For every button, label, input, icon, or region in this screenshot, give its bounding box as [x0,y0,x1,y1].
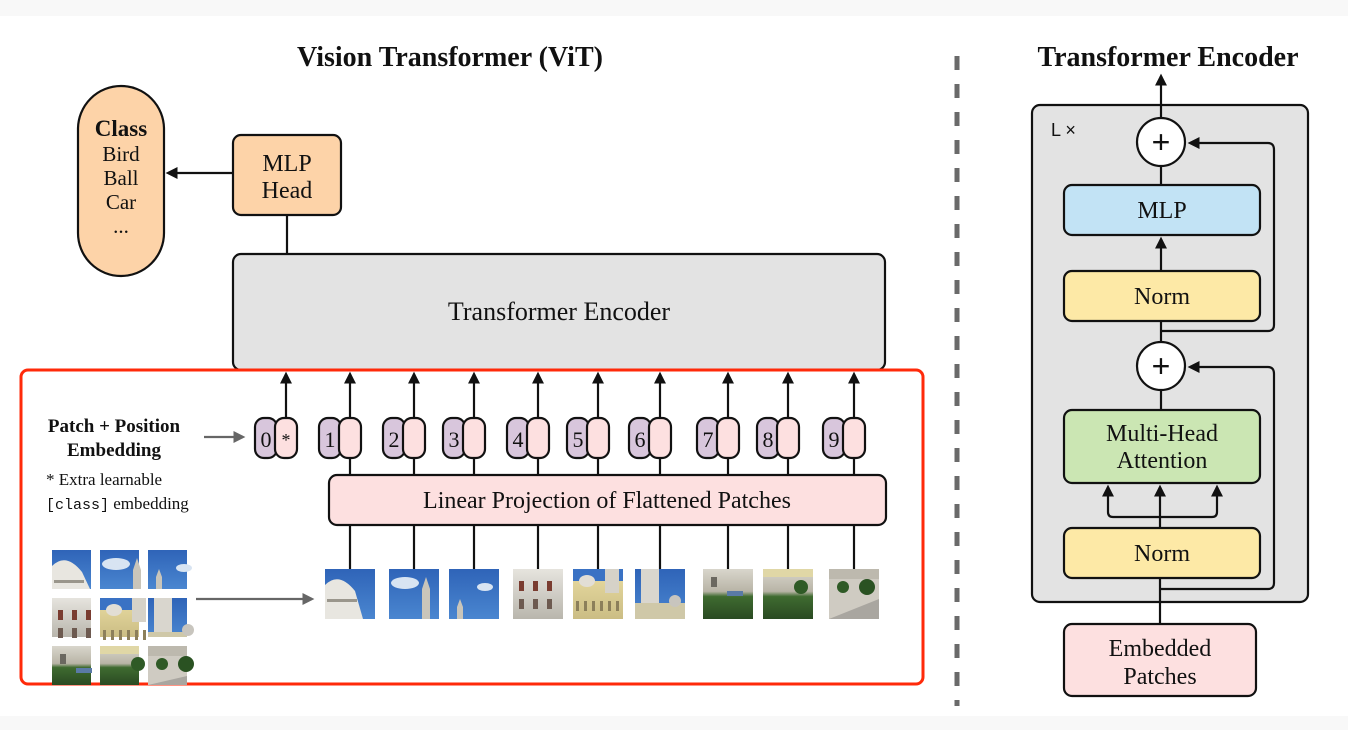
encoder-detail-title: Transformer Encoder [1037,42,1298,73]
norm-lower-label: Norm [1134,541,1190,567]
patch-embedding-pill [461,416,487,460]
vit-architecture-diagram: Vision Transformer (ViT) Class Bird Ball… [0,16,1348,716]
multi-head-attention-block: Multi-Head Attention [1062,408,1262,485]
embedded-patches-input: Embedded Patches [1062,622,1258,698]
grid-patch-plaza-trees [148,646,194,685]
embedding-token: 4 [505,371,551,475]
position-index: 3 [449,427,460,452]
class-token-marker: * [282,430,291,450]
embedding-token: 3 [441,371,487,475]
embedding-token: 2 [381,371,427,475]
position-index: 4 [513,427,524,452]
patch-embedding-pill [841,416,867,460]
mlp-block-label: MLP [1137,198,1186,224]
patch-embedding-pill [401,416,427,460]
grid-patch-yellow-palace [100,598,146,640]
mlp-block: MLP [1062,183,1262,237]
patch-image-sky-spire [449,525,499,619]
flattened-patch-row [325,525,879,619]
embedding-token: 0 * [253,371,299,460]
footnote-line2-rest: embedding [109,494,189,513]
footnote-line2: [class] embedding [46,494,189,514]
class-heading: Class [95,116,147,141]
patch-embedding-pill [337,416,363,460]
position-index: 2 [389,427,400,452]
plus-icon: + [1152,348,1171,384]
grid-patch-tower-facade [148,598,194,637]
embedding-token: 8 [755,371,801,475]
image-patch-grid [52,550,194,685]
attention-line1: Multi-Head [1106,421,1218,447]
class-item: ... [113,214,129,238]
linear-projection-box: Linear Projection of Flattened Patches [327,473,888,527]
patch-image-dome-sky [325,525,375,619]
footnote-line1: * Extra learnable [46,470,162,489]
position-index: 8 [763,427,774,452]
patch-image-sky-tower [389,525,439,619]
embedding-token: 9 [821,371,867,475]
norm-block-upper: Norm [1062,269,1262,323]
embedding-token: 7 [695,371,741,475]
plus-icon: + [1152,124,1171,160]
norm-block-lower: Norm [1062,526,1262,580]
mlp-head-line1: MLP [262,151,311,177]
class-item: Bird [102,142,140,166]
repeat-label: L × [1051,120,1076,140]
patch-image-tower-facade [635,525,685,619]
position-index: 7 [703,427,714,452]
embedding-token: 1 [317,371,363,475]
class-output-box: Class Bird Ball Car ... [76,84,166,278]
grid-patch-sky-spire [148,550,192,589]
embedded-patches-line1: Embedded [1109,636,1212,662]
embedded-patches-line2: Patches [1123,664,1196,690]
patch-image-hedge-garden [763,525,813,619]
diagram-svg: Vision Transformer (ViT) Class Bird Ball… [19,42,1310,706]
patch-embedding-pill [525,416,551,460]
patch-embedding-pill [775,416,801,460]
patch-image-yellow-palace [573,525,623,619]
transformer-encoder-label: Transformer Encoder [448,297,670,326]
class-token-code: [class] [46,497,109,514]
grid-patch-white-facade [52,598,91,638]
embedding-token: 5 [565,371,611,475]
position-index: 9 [829,427,840,452]
patch-embedding-pill [715,416,741,460]
class-item: Car [106,190,136,214]
grid-patch-street-cars [52,646,92,685]
position-index: 0 [261,427,272,452]
patch-image-street-cars [703,525,753,619]
residual-add-middle: + [1135,340,1187,392]
mlp-head-box: MLP Head [231,133,343,217]
embedding-label-line2: Embedding [67,440,161,461]
residual-add-top: + [1135,116,1187,168]
position-index: 5 [573,427,584,452]
grid-patch-dome-sky [52,550,91,589]
vit-title: Vision Transformer (ViT) [297,42,603,73]
token-sequence: 0 * 1 2 3 4 5 6 7 8 9 [253,371,867,475]
norm-upper-label: Norm [1134,284,1190,310]
patch-embedding-pill [585,416,611,460]
transformer-encoder-box: Transformer Encoder [231,252,887,372]
grid-patch-hedge-garden [100,646,145,685]
embedding-label-line1: Patch + Position [48,416,181,437]
class-item: Ball [104,166,139,190]
linear-projection-label: Linear Projection of Flattened Patches [423,488,791,514]
position-index: 1 [325,427,336,452]
embedding-token: 6 [627,371,673,475]
patch-image-plaza-trees [829,525,879,619]
position-index: 6 [635,427,646,452]
patch-image-white-facade [513,525,563,619]
grid-patch-sky-tower [100,550,141,589]
mlp-head-line2: Head [262,178,313,204]
attention-line2: Attention [1117,448,1208,474]
patch-embedding-pill [647,416,673,460]
